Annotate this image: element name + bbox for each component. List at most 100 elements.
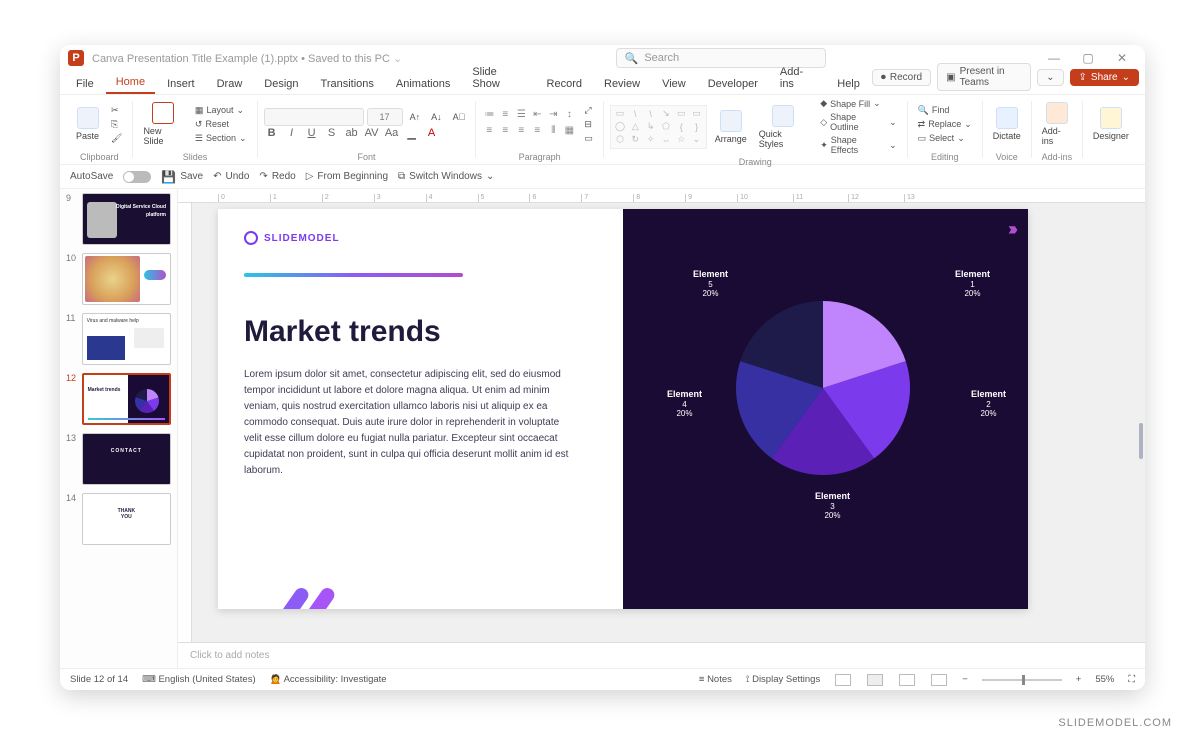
view-sorter-button[interactable] (867, 674, 883, 686)
paragraph-tools[interactable]: ≔≡☰⇤⇥↕ ≡≡≡≡⫴▦ (482, 109, 576, 139)
search-icon: 🔍 (625, 52, 639, 65)
collapse-ribbon-button[interactable]: ⌄ (1037, 69, 1063, 86)
increase-font-button[interactable]: A↑ (406, 111, 425, 123)
slide-canvas[interactable]: SLIDEMODEL Market trends Lorem ipsum dol… (218, 209, 1028, 609)
strike-button[interactable]: S (324, 127, 340, 140)
qat-undo-button[interactable]: ↶ Undo (213, 171, 249, 182)
layout-button[interactable]: ▦ Layout ⌄ (191, 104, 251, 117)
status-accessibility[interactable]: 🙍 Accessibility: Investigate (270, 674, 387, 685)
slide-title[interactable]: Market trends (244, 315, 597, 349)
slide-right-chart: ››› Element120% (623, 209, 1028, 609)
text-direction-button[interactable]: ⤢ (580, 104, 597, 117)
qat-redo-button[interactable]: ↷ Redo (259, 171, 295, 182)
clear-format-button[interactable]: A⃠ (449, 111, 470, 123)
shape-fill-button[interactable]: ◆ Shape Fill ⌄ (816, 97, 900, 110)
qat-save-button[interactable]: 💾Save (161, 170, 203, 184)
paste-button[interactable]: Paste (72, 105, 103, 143)
present-teams-button[interactable]: ▣ Present in Teams (937, 63, 1031, 91)
char-spacing-button[interactable]: AV (364, 127, 380, 140)
tab-insert[interactable]: Insert (157, 74, 205, 94)
align-text-button[interactable]: ⊟ (580, 118, 597, 131)
group-addins-label: Add-ins (1038, 152, 1076, 162)
tab-developer[interactable]: Developer (698, 74, 768, 94)
find-button[interactable]: 🔍 Find (914, 104, 976, 117)
thumb-slide-12[interactable]: Market trends (82, 373, 171, 425)
reset-button[interactable]: ↺ Reset (191, 118, 251, 131)
shape-outline-button[interactable]: ◇ Shape Outline ⌄ (816, 111, 900, 133)
thumb-number: 12 (66, 373, 78, 383)
status-language[interactable]: ⌨ English (United States) (142, 674, 256, 685)
pie-chart[interactable] (736, 301, 910, 475)
share-button[interactable]: ⇪ Share ⌄ (1070, 69, 1139, 86)
view-reading-button[interactable] (899, 674, 915, 686)
ruler-vertical (178, 203, 192, 642)
zoom-in-button[interactable]: + (1076, 674, 1082, 685)
quick-access-toolbar: AutoSave 💾Save ↶ Undo ↷ Redo ▷ From Begi… (60, 165, 1145, 189)
record-button[interactable]: ⏺ Record (872, 69, 931, 86)
zoom-out-button[interactable]: − (962, 674, 968, 685)
font-size-combo[interactable]: 17 (367, 108, 403, 126)
zoom-slider[interactable] (982, 679, 1062, 681)
group-clipboard-label: Clipboard (72, 152, 126, 162)
ribbon-tabs: File Home Insert Draw Design Transitions… (60, 71, 1145, 95)
bold-button[interactable]: B (264, 127, 280, 140)
autosave-toggle[interactable] (123, 171, 151, 183)
dictate-button[interactable]: Dictate (989, 105, 1025, 143)
document-title: Canva Presentation Title Example (1).ppt… (92, 52, 402, 65)
select-button[interactable]: ▭ Select ⌄ (914, 132, 976, 145)
designer-button[interactable]: Designer (1089, 105, 1133, 143)
pie-label-3: Element320% (815, 491, 850, 521)
tab-animations[interactable]: Animations (386, 74, 460, 94)
new-slide-button[interactable]: New Slide (139, 100, 186, 148)
tab-transitions[interactable]: Transitions (311, 74, 384, 94)
tab-design[interactable]: Design (254, 74, 308, 94)
quick-styles-button[interactable]: Quick Styles (755, 103, 812, 151)
status-notes-button[interactable]: ≡ Notes (699, 674, 732, 685)
thumb-slide-10[interactable] (82, 253, 171, 305)
addins-button[interactable]: Add-ins (1038, 100, 1076, 148)
font-color-button[interactable]: A (424, 127, 440, 140)
tab-draw[interactable]: Draw (207, 74, 253, 94)
tab-addins[interactable]: Add-ins (770, 62, 825, 94)
highlight-button[interactable]: ▁ (404, 127, 420, 140)
smartart-button[interactable]: ▭ (580, 132, 597, 145)
underline-button[interactable]: U (304, 127, 320, 140)
shapes-gallery[interactable]: ▭\\↘▭▭ ◯△↳⬠{} ⬡↻✧⇔☆⌄ (610, 105, 707, 149)
shape-effects-button[interactable]: ✦ Shape Effects ⌄ (816, 134, 900, 156)
tab-home[interactable]: Home (106, 72, 155, 94)
copy-button[interactable]: ⎘ (107, 118, 126, 131)
tab-file[interactable]: File (66, 74, 104, 94)
font-family-combo[interactable] (264, 108, 364, 126)
vertical-scrollbar[interactable] (1139, 423, 1143, 459)
status-display-settings[interactable]: ⟟ Display Settings (746, 674, 820, 685)
tab-record[interactable]: Record (537, 74, 592, 94)
section-button[interactable]: ☰ Section ⌄ (191, 132, 251, 145)
format-painter-button[interactable]: 🖌 (107, 132, 126, 145)
tab-review[interactable]: Review (594, 74, 650, 94)
watermark: SLIDEMODEL.COM (1058, 717, 1172, 729)
tab-help[interactable]: Help (827, 74, 870, 94)
tab-slideshow[interactable]: Slide Show (462, 62, 534, 94)
view-normal-button[interactable] (835, 674, 851, 686)
slide-body-text[interactable]: Lorem ipsum dolor sit amet, consectetur … (244, 367, 574, 479)
italic-button[interactable]: I (284, 127, 300, 140)
replace-button[interactable]: ⇄ Replace ⌄ (914, 118, 976, 131)
thumb-slide-14[interactable]: THANKYOU (82, 493, 171, 545)
view-slideshow-button[interactable] (931, 674, 947, 686)
qat-from-beginning-button[interactable]: ▷ From Beginning (306, 171, 388, 182)
tab-view[interactable]: View (652, 74, 696, 94)
cut-button[interactable]: ✂ (107, 104, 126, 117)
thumb-slide-13[interactable]: CONTACT (82, 433, 171, 485)
fit-to-window-button[interactable]: ⛶ (1128, 674, 1135, 685)
notes-pane[interactable]: Click to add notes (178, 642, 1145, 668)
shadow-button[interactable]: ab (344, 127, 360, 140)
thumb-slide-9[interactable]: Digital Service Cloud platform (82, 193, 171, 245)
thumb-slide-11[interactable]: Virus and malware help (82, 313, 171, 365)
qat-switch-windows-button[interactable]: ⧉ Switch Windows ⌄ (398, 171, 494, 182)
decrease-font-button[interactable]: A↓ (427, 111, 446, 123)
arrange-button[interactable]: Arrange (711, 108, 751, 146)
zoom-level[interactable]: 55% (1095, 674, 1114, 685)
change-case-button[interactable]: Aa (384, 127, 400, 140)
group-slides-label: Slides (139, 152, 250, 162)
slide-thumbnails-panel[interactable]: 9 Digital Service Cloud platform 10 11 V… (60, 189, 178, 668)
